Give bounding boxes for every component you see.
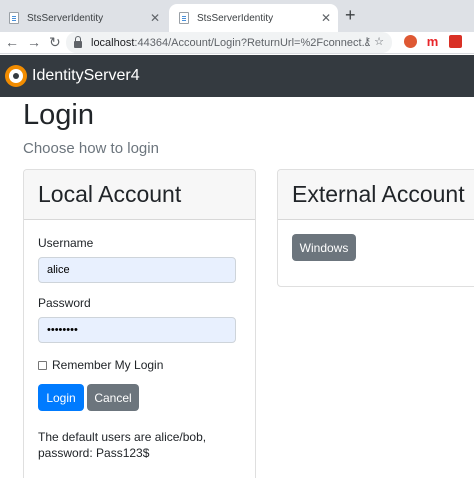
browser-tab-strip: StsServerIdentity ✕ StsServerIdentity ✕ … — [0, 0, 474, 32]
default-users-hint: The default users are alice/bob, passwor… — [38, 430, 207, 460]
page-favicon-icon — [9, 12, 19, 24]
brand-link[interactable]: IdentityServer4 — [32, 67, 140, 85]
local-account-card: Local Account Username alice Password ••… — [23, 169, 256, 478]
external-account-header: External Account — [278, 170, 474, 220]
page-favicon-icon — [179, 12, 189, 24]
tab-title: StsServerIdentity — [27, 12, 104, 24]
pdf-extension-icon[interactable] — [449, 35, 462, 48]
url-path: :44364/Account/Login?ReturnUrl=%2Fconnec… — [134, 36, 371, 49]
forward-icon[interactable]: → — [27, 32, 41, 52]
cancel-button[interactable]: Cancel — [87, 384, 139, 411]
local-account-header: Local Account — [24, 170, 255, 220]
browser-tab-1[interactable]: StsServerIdentity ✕ — [0, 4, 167, 32]
app-navbar: IdentityServer4 — [0, 55, 474, 97]
page-title: Login — [23, 99, 94, 131]
remember-login-label[interactable]: Remember My Login — [52, 358, 163, 372]
address-bar[interactable]: localhost:44364/Account/Login?ReturnUrl=… — [66, 32, 392, 53]
close-tab-icon[interactable]: ✕ — [145, 11, 165, 25]
url-host: localhost — [91, 36, 135, 49]
back-icon[interactable]: ← — [5, 32, 19, 52]
reload-icon[interactable]: ↻ — [49, 32, 61, 52]
page-subtitle: Choose how to login — [23, 140, 159, 157]
login-button[interactable]: Login — [38, 384, 84, 411]
browser-toolbar: ← → ↻ localhost:44364/Account/Login?Retu… — [0, 32, 474, 54]
key-and-bookmark-icons[interactable]: ⚷ ☆ — [363, 32, 384, 53]
username-input[interactable]: alice — [38, 257, 236, 283]
lock-icon[interactable] — [74, 36, 82, 48]
windows-login-button[interactable]: Windows — [292, 234, 356, 261]
remember-login-checkbox[interactable] — [38, 360, 47, 370]
m-extension-icon[interactable]: m — [426, 35, 439, 48]
close-tab-icon[interactable]: ✕ — [316, 11, 336, 25]
identityserver-logo-icon[interactable] — [5, 65, 27, 87]
remember-login-row: Remember My Login — [38, 358, 163, 372]
password-label: Password — [38, 296, 91, 310]
new-tab-button[interactable]: + — [345, 5, 356, 26]
username-label: Username — [38, 236, 94, 250]
external-account-card: External Account Windows — [277, 169, 474, 287]
tab-title: StsServerIdentity — [197, 12, 274, 24]
browser-tab-2[interactable]: StsServerIdentity ✕ — [169, 4, 338, 32]
password-input[interactable]: •••••••• — [38, 317, 236, 343]
duckduckgo-icon[interactable] — [404, 35, 417, 48]
